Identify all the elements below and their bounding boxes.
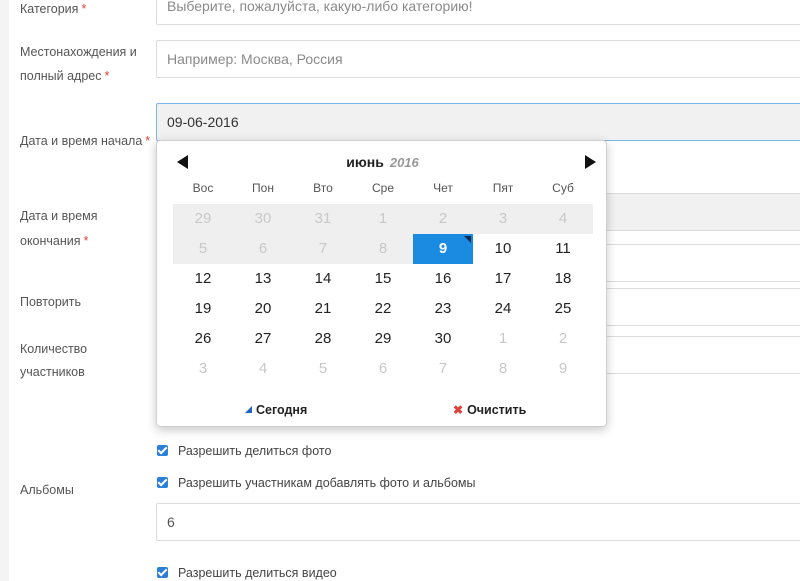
calendar-day[interactable]: 29: [353, 324, 413, 354]
calendar-week: 26 27 28 29 30 1 2: [173, 324, 593, 354]
location-label: Местонахождения и: [20, 45, 137, 59]
calendar-day: 30: [233, 204, 293, 234]
albums-count-input[interactable]: 6: [156, 503, 800, 541]
clear-button[interactable]: ✖ Очистить: [453, 403, 526, 417]
calendar-day: 7: [293, 234, 353, 264]
calendar-day[interactable]: 20: [233, 294, 293, 324]
clear-label: Очистить: [467, 403, 527, 417]
calendar-day: 3: [473, 204, 533, 234]
end-date-label-line2: окончания *: [20, 234, 89, 248]
weekday-label: Пят: [492, 181, 514, 195]
calendar-day: 5: [173, 234, 233, 264]
page-left-strip: [0, 0, 9, 581]
calendar-day: 6: [233, 234, 293, 264]
calendar-day[interactable]: 5: [293, 354, 353, 384]
calendar-week: 3 4 5 6 7 8 9: [173, 354, 593, 384]
calendar-day[interactable]: 1: [473, 324, 533, 354]
weekday-label: Чет: [433, 181, 453, 195]
start-date-input[interactable]: 09-06-2016: [156, 103, 800, 141]
weekday-label: Вос: [192, 181, 214, 195]
location-label-line2: полный адрес *: [20, 69, 110, 83]
calendar-day[interactable]: 22: [353, 294, 413, 324]
calendar-day-selected[interactable]: 9: [413, 234, 473, 264]
calendar-day[interactable]: 8: [473, 354, 533, 384]
calendar-day[interactable]: 17: [473, 264, 533, 294]
calendar-day[interactable]: 9: [533, 354, 593, 384]
calendar-day[interactable]: 3: [173, 354, 233, 384]
category-select[interactable]: Выберите, пожалуйста, какую-либо категор…: [156, 0, 800, 25]
albums-label: Альбомы: [20, 483, 74, 497]
calendar-day[interactable]: 16: [413, 264, 473, 294]
calendar-grid: 29 30 31 1 2 3 4 5 6 7 8 9 10 11 12 13 1…: [173, 204, 593, 384]
end-date-label: Дата и время: [20, 209, 98, 223]
calendar-day[interactable]: 6: [353, 354, 413, 384]
calendar-day[interactable]: 2: [533, 324, 593, 354]
location-input[interactable]: Например: Москва, Россия: [156, 40, 800, 78]
calendar-day: 2: [413, 204, 473, 234]
add-albums-label: Разрешить участникам добавлять фото и ал…: [178, 476, 476, 490]
calendar-week: 19 20 21 22 23 24 25: [173, 294, 593, 324]
calendar-day[interactable]: 12: [173, 264, 233, 294]
calendar-day[interactable]: 28: [293, 324, 353, 354]
calendar-day[interactable]: 19: [173, 294, 233, 324]
datepicker-year: 2016: [389, 155, 419, 170]
datepicker-month: июнь: [346, 154, 384, 170]
weekday-header: Вос Пон Вто Сре Чет Пят Суб: [173, 181, 593, 195]
calendar-day[interactable]: 23: [413, 294, 473, 324]
calendar-day[interactable]: 21: [293, 294, 353, 324]
calendar-week: 5 6 7 8 9 10 11: [173, 234, 593, 264]
share-video-label: Разрешить делиться видео: [178, 566, 337, 580]
calendar-day[interactable]: 14: [293, 264, 353, 294]
today-label: Сегодня: [256, 403, 308, 417]
calendar-week: 29 30 31 1 2 3 4: [173, 204, 593, 234]
calendar-day[interactable]: 15: [353, 264, 413, 294]
calendar-day[interactable]: 11: [533, 234, 593, 264]
category-label: Категория *: [20, 2, 87, 16]
calendar-day: 1: [353, 204, 413, 234]
today-button[interactable]: Сегодня: [245, 403, 307, 417]
weekday-label: Вто: [313, 181, 333, 195]
calendar-day[interactable]: 27: [233, 324, 293, 354]
calendar-day[interactable]: 30: [413, 324, 473, 354]
share-photo-checkbox[interactable]: [157, 445, 168, 456]
add-albums-checkbox[interactable]: [157, 477, 168, 488]
close-icon: ✖: [453, 403, 464, 417]
weekday-label: Пон: [252, 181, 274, 195]
calendar-week: 12 13 14 15 16 17 18: [173, 264, 593, 294]
calendar-day: 29: [173, 204, 233, 234]
calendar-day[interactable]: 4: [233, 354, 293, 384]
calendar-day: 4: [533, 204, 593, 234]
participants-label-line2: участников: [20, 365, 85, 379]
next-month-arrow-icon[interactable]: [585, 155, 596, 169]
calendar-day[interactable]: 13: [233, 264, 293, 294]
calendar-day[interactable]: 7: [413, 354, 473, 384]
datepicker-title[interactable]: июнь 2016: [157, 154, 608, 170]
start-date-label: Дата и время начала *: [20, 134, 151, 148]
calendar-day[interactable]: 24: [473, 294, 533, 324]
calendar-day[interactable]: 25: [533, 294, 593, 324]
weekday-label: Сре: [371, 181, 394, 195]
datepicker-popup: июнь 2016 Вос Пон Вто Сре Чет Пят Суб 29 …: [156, 140, 607, 427]
calendar-day: 31: [293, 204, 353, 234]
calendar-day[interactable]: 18: [533, 264, 593, 294]
weekday-label: Суб: [552, 181, 574, 195]
calendar-day: 8: [353, 234, 413, 264]
repeat-label: Повторить: [20, 295, 82, 309]
calendar-day[interactable]: 26: [173, 324, 233, 354]
share-video-checkbox[interactable]: [157, 567, 168, 578]
calendar-day[interactable]: 10: [473, 234, 533, 264]
today-marker-icon: [245, 406, 252, 413]
share-photo-label: Разрешить делиться фото: [178, 444, 332, 458]
